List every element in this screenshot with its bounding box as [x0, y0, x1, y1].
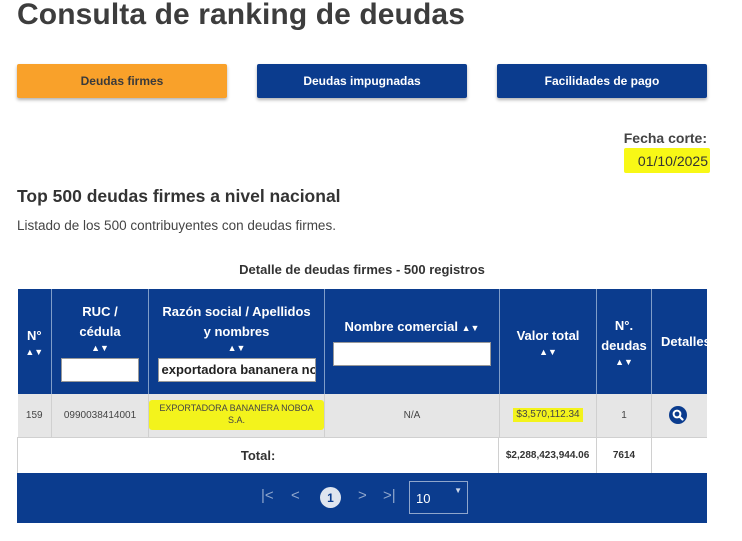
fecha-corte-value: 01/10/2025: [624, 148, 710, 173]
valor-text: $3,570,112.34: [513, 408, 583, 423]
header-n-label: N°: [26, 327, 42, 343]
column-header-detalles: Detalles: [651, 289, 707, 394]
comercial-filter-input[interactable]: [333, 342, 491, 366]
section-description: Listado de los 500 contribuyentes con de…: [17, 218, 336, 233]
prev-page-icon[interactable]: <: [291, 487, 300, 504]
total-deudas: 7614: [612, 449, 636, 461]
page-button[interactable]: 1: [320, 487, 341, 508]
table-caption: Detalle de deudas firmes - 500 registros: [239, 262, 485, 277]
column-header-comercial[interactable]: Nombre comercial ▲▼: [324, 289, 500, 394]
magnifier-icon[interactable]: [669, 406, 687, 425]
section-title: Top 500 deudas firmes a nivel nacional: [17, 186, 341, 206]
header-detalles-label: Detalles: [661, 333, 707, 349]
tab-facilidades-de-pago[interactable]: Facilidades de pago: [497, 64, 707, 98]
table-row: 159 0990038414001 EXPORTADORA BANANERA N…: [17, 394, 707, 438]
header-deudas-label: N°. deudas: [601, 317, 647, 353]
header-comercial-label: Nombre comercial: [344, 319, 458, 334]
total-label: Total:: [240, 447, 276, 463]
column-header-ruc[interactable]: RUC / cédula ▲▼: [51, 289, 149, 394]
sort-icon[interactable]: ▲▼: [462, 323, 480, 333]
column-header-n[interactable]: N° ▲▼: [17, 289, 52, 394]
next-page-icon[interactable]: >: [358, 487, 367, 504]
tab-deudas-firmes[interactable]: Deudas firmes: [17, 64, 227, 98]
cell-valor: $3,570,112.34: [499, 394, 597, 438]
header-valor-label: Valor total: [516, 327, 580, 343]
total-row: Total: $2,288,423,944.06 7614: [17, 437, 707, 474]
sort-icon[interactable]: ▲▼: [502, 346, 594, 358]
tab-deudas-impugnadas[interactable]: Deudas impugnadas: [257, 64, 467, 98]
cell-n: 159: [17, 394, 52, 438]
page-title: Consulta de ranking de deudas: [17, 0, 465, 31]
cell-deudas: 1: [596, 394, 652, 438]
cell-detalles: [651, 394, 707, 438]
pagination-bar: |< < 1 > >| 10 ▼: [17, 473, 707, 523]
cell-ruc: 0990038414001: [51, 394, 149, 438]
total-empty-cell: [651, 437, 707, 474]
column-header-deudas[interactable]: N°. deudas ▲▼: [596, 289, 652, 394]
page-size-select[interactable]: 10 ▼: [409, 481, 468, 514]
page-size-value: 10: [416, 491, 431, 506]
fecha-corte-label: Fecha corte:: [623, 130, 707, 146]
cell-razon: EXPORTADORA BANANERA NOBOA S.A.: [148, 394, 325, 438]
sort-icon[interactable]: ▲▼: [151, 342, 322, 354]
caret-down-icon: ▼: [454, 486, 462, 495]
total-deudas-cell: 7614: [596, 437, 652, 474]
total-cell: Total: $2,288,423,944.06: [17, 437, 597, 474]
ruc-filter-input[interactable]: [61, 357, 139, 382]
header-razon-label: Razón social / Apellidos y nombres: [162, 303, 311, 339]
column-header-razon[interactable]: Razón social / Apellidos y nombres ▲▼ ex…: [148, 289, 325, 394]
razon-filter-input[interactable]: exportadora bananera noboa: [157, 357, 316, 382]
header-ruc-label: RUC / cédula: [79, 303, 121, 339]
sort-icon[interactable]: ▲▼: [20, 346, 50, 358]
cell-comercial: N/A: [324, 394, 500, 438]
debts-table: N° ▲▼ RUC / cédula ▲▼ Razón social / Ape…: [17, 289, 707, 474]
first-page-icon[interactable]: |<: [261, 487, 274, 504]
column-header-valor[interactable]: Valor total ▲▼: [499, 289, 597, 394]
razon-text: EXPORTADORA BANANERA NOBOA S.A.: [149, 400, 324, 431]
sort-icon[interactable]: ▲▼: [54, 342, 146, 354]
sort-icon[interactable]: ▲▼: [599, 356, 649, 368]
total-valor: $2,288,423,944.06: [505, 449, 590, 461]
last-page-icon[interactable]: >|: [383, 487, 396, 504]
